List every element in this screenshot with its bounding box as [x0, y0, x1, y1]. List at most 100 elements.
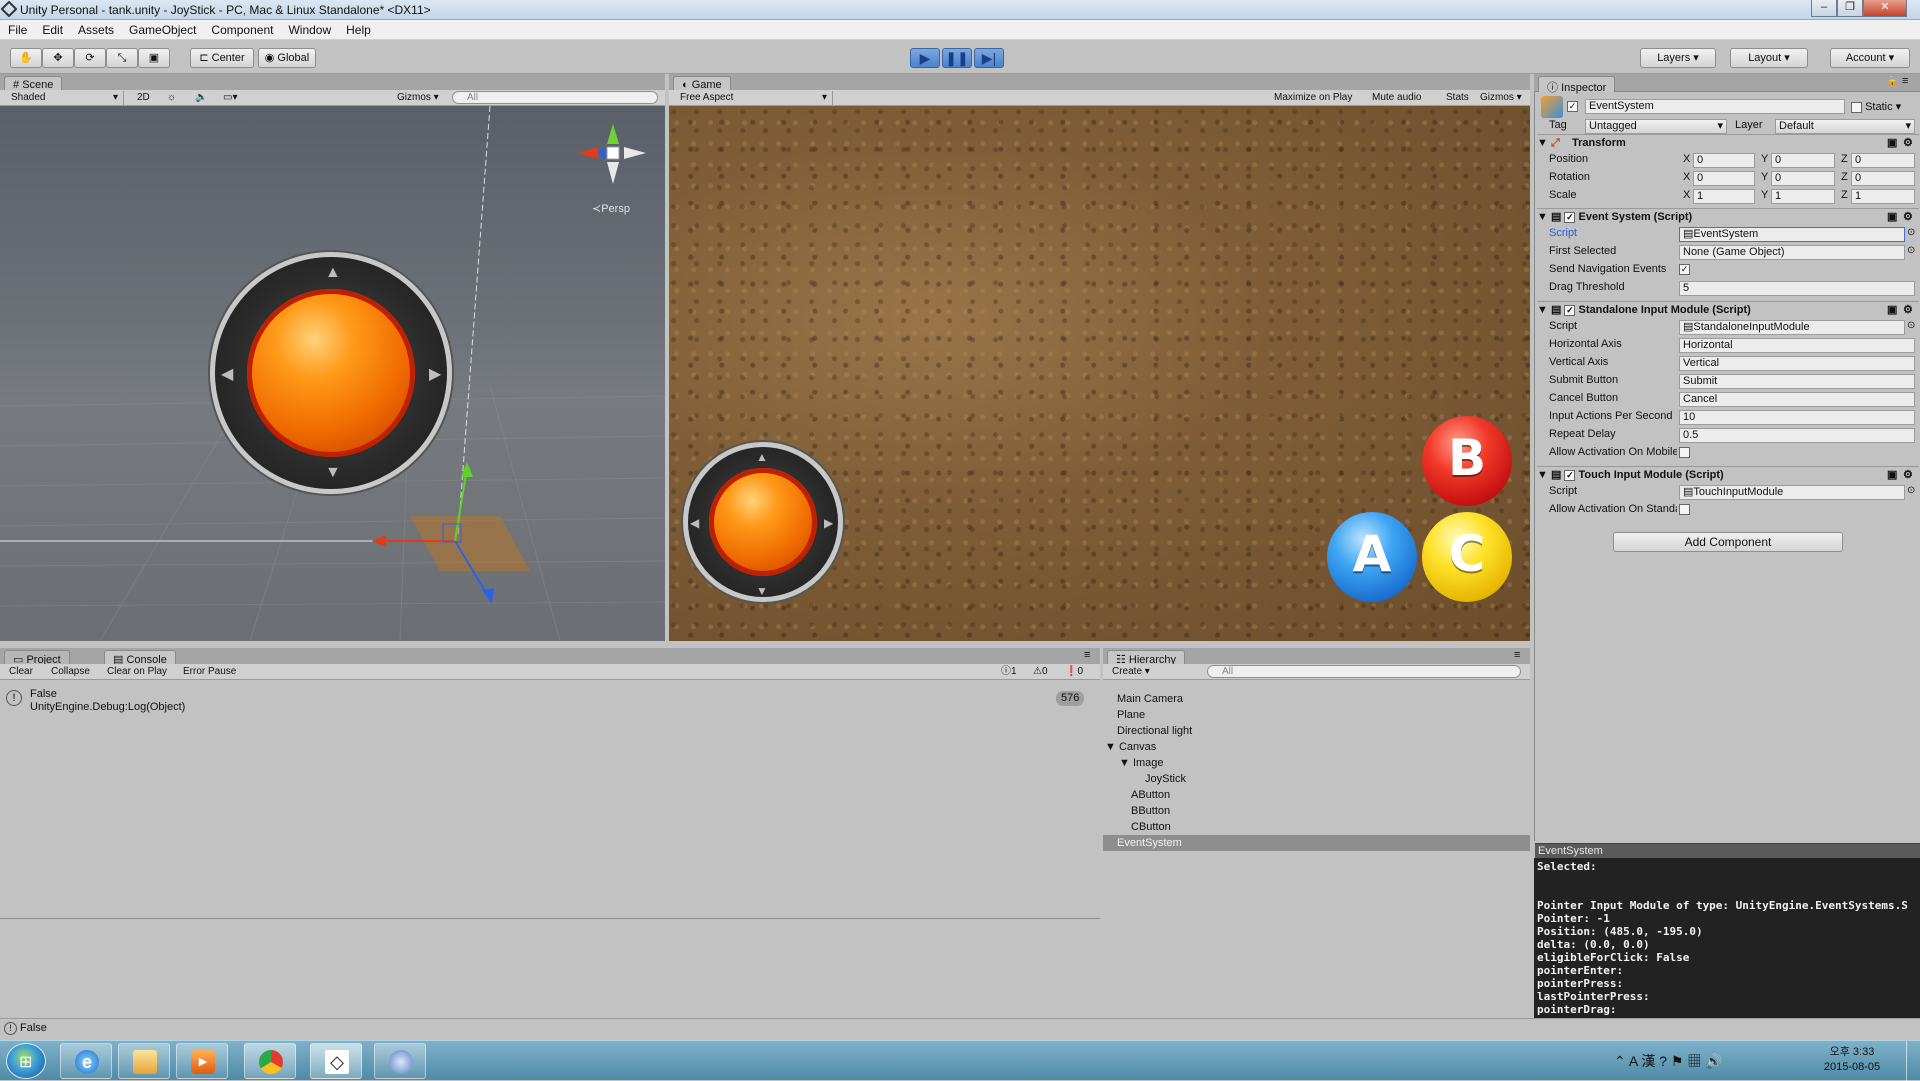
menu-edit[interactable]: Edit: [34, 20, 70, 37]
menu-assets[interactable]: Assets: [70, 20, 121, 37]
taskbar-clock[interactable]: 오후 3:33 2015-08-05: [1822, 1045, 1882, 1075]
2d-toggle[interactable]: 2D: [132, 91, 155, 105]
mute-audio-toggle[interactable]: Mute audio: [1367, 91, 1426, 105]
network-icon[interactable]: ▦: [1687, 1053, 1701, 1069]
maximize-on-play-toggle[interactable]: Maximize on Play: [1269, 91, 1357, 105]
gear-icon[interactable]: ⚙: [1903, 467, 1913, 483]
info-count-toggle[interactable]: ⓘ1: [996, 665, 1022, 679]
rotation-y-field[interactable]: 0: [1771, 171, 1835, 186]
object-picker-icon[interactable]: ⊙: [1907, 245, 1915, 256]
error-count-toggle[interactable]: ❗0: [1060, 665, 1088, 679]
gear-icon[interactable]: ⚙: [1903, 302, 1913, 318]
hierarchy-item[interactable]: ▼ Canvas: [1105, 740, 1156, 754]
send-navigation-checkbox[interactable]: ✓: [1679, 263, 1690, 275]
help-icon[interactable]: ▣: [1887, 135, 1897, 151]
hierarchy-item[interactable]: Main Camera: [1117, 692, 1183, 706]
step-button[interactable]: ▶|: [974, 48, 1004, 68]
maximize-button[interactable]: ❐: [1837, 0, 1863, 17]
close-button[interactable]: ✕: [1863, 0, 1907, 17]
scale-tool-button[interactable]: ⤡: [106, 48, 138, 68]
object-picker-icon[interactable]: ⊙: [1907, 320, 1915, 331]
move-tool-button[interactable]: ✥: [42, 48, 74, 68]
tray-arrow-icon[interactable]: ⌃: [1614, 1053, 1626, 1069]
rect-tool-button[interactable]: ▣: [138, 48, 170, 68]
position-x-field[interactable]: 0: [1693, 153, 1755, 168]
show-desktop-button[interactable]: [1906, 1041, 1920, 1081]
preview-header[interactable]: EventSystem: [1535, 843, 1920, 858]
rotation-x-field[interactable]: 0: [1693, 171, 1755, 186]
console-divider[interactable]: [0, 918, 1100, 919]
volume-icon[interactable]: 🔊: [1705, 1053, 1722, 1069]
horizontal-axis-field[interactable]: Horizontal: [1679, 338, 1915, 353]
game-gizmos-dropdown[interactable]: Gizmos ▾: [1475, 91, 1527, 105]
taskbar-explorer[interactable]: [118, 1043, 170, 1079]
input-actions-field[interactable]: 10: [1679, 410, 1915, 425]
game-joystick-knob[interactable]: [709, 468, 817, 576]
touch-input-header[interactable]: ▼ ▤ ✓ Touch Input Module (Script) ▣ ⚙: [1537, 466, 1919, 483]
object-picker-icon[interactable]: ⊙: [1907, 227, 1915, 238]
object-name-field[interactable]: EventSystem: [1585, 99, 1845, 114]
touch-script-field[interactable]: ▤TouchInputModule: [1679, 485, 1905, 500]
layout-dropdown[interactable]: Layout ▾: [1730, 48, 1808, 68]
lock-icon[interactable]: 🔒: [1886, 76, 1898, 87]
audio-toggle-icon[interactable]: 🔈: [190, 91, 212, 105]
menu-gameobject[interactable]: GameObject: [121, 20, 203, 37]
gear-icon[interactable]: ⚙: [1903, 209, 1913, 225]
active-checkbox[interactable]: ✓: [1567, 100, 1578, 112]
menu-window[interactable]: Window: [280, 20, 338, 37]
scene-viewport[interactable]: ▲ ▼ ◀ ▶ ≺Persp: [0, 106, 665, 641]
minimize-button[interactable]: ‒: [1811, 0, 1837, 17]
submit-button-field[interactable]: Submit: [1679, 374, 1915, 389]
create-dropdown[interactable]: Create ▾: [1107, 665, 1155, 679]
pivot-global-button[interactable]: ◉ Global: [258, 48, 316, 68]
event-system-header[interactable]: ▼ ▤ ✓ Event System (Script) ▣ ⚙: [1537, 208, 1919, 225]
menu-help[interactable]: Help: [338, 20, 378, 37]
menu-component[interactable]: Component: [203, 20, 280, 37]
first-selected-field[interactable]: None (Game Object): [1679, 245, 1905, 260]
account-dropdown[interactable]: Account ▾: [1830, 48, 1910, 68]
lighting-toggle-icon[interactable]: ☼: [162, 91, 181, 105]
expand-arrow-icon[interactable]: ▼: [1119, 757, 1133, 769]
c-button[interactable]: C: [1422, 512, 1512, 602]
event-system-script-field[interactable]: ▤EventSystem: [1679, 227, 1905, 242]
taskbar-chrome[interactable]: [244, 1043, 296, 1079]
allow-standalone-checkbox[interactable]: [1679, 503, 1690, 515]
hierarchy-item[interactable]: ▼ Image: [1119, 756, 1164, 770]
persp-label[interactable]: ≺Persp: [592, 202, 630, 215]
hierarchy-item[interactable]: CButton: [1131, 820, 1171, 834]
allow-mobile-checkbox[interactable]: [1679, 446, 1690, 458]
rotation-z-field[interactable]: 0: [1851, 171, 1915, 186]
a-button[interactable]: A: [1327, 512, 1417, 602]
object-picker-icon[interactable]: ⊙: [1907, 485, 1915, 496]
vertical-axis-field[interactable]: Vertical: [1679, 356, 1915, 371]
scale-z-field[interactable]: 1: [1851, 189, 1915, 204]
collapse-button[interactable]: Collapse: [46, 665, 95, 679]
hierarchy-item[interactable]: Directional light: [1117, 724, 1192, 738]
effects-dropdown-icon[interactable]: ▭▾: [218, 91, 242, 105]
scale-y-field[interactable]: 1: [1771, 189, 1835, 204]
panel-menu-icon[interactable]: ≡: [1902, 75, 1908, 87]
clear-on-play-button[interactable]: Clear on Play: [102, 665, 172, 679]
pivot-center-button[interactable]: ⊏ Center: [190, 48, 254, 68]
game-viewport[interactable]: ▲ ▼ ◀ ▶ B A C: [669, 106, 1530, 641]
repeat-delay-field[interactable]: 0.5: [1679, 428, 1915, 443]
flag-icon[interactable]: ⚑: [1671, 1053, 1684, 1069]
shading-dropdown[interactable]: Shaded ▾: [6, 91, 124, 105]
panel-menu-icon[interactable]: ≡: [1514, 649, 1520, 661]
tab-inspector[interactable]: ⓘ Inspector: [1538, 76, 1616, 94]
layer-dropdown[interactable]: Default ▾: [1775, 119, 1915, 134]
tag-dropdown[interactable]: Untagged ▾: [1585, 119, 1727, 134]
hierarchy-item[interactable]: BButton: [1131, 804, 1170, 818]
standalone-script-field[interactable]: ▤StandaloneInputModule: [1679, 320, 1905, 335]
scene-gizmos-dropdown[interactable]: Gizmos ▾: [392, 91, 444, 105]
rotate-tool-button[interactable]: ⟳: [74, 48, 106, 68]
warning-count-toggle[interactable]: ⚠0: [1028, 665, 1053, 679]
clear-button[interactable]: Clear: [4, 665, 38, 679]
b-button[interactable]: B: [1422, 416, 1512, 506]
position-z-field[interactable]: 0: [1851, 153, 1915, 168]
orientation-gizmo[interactable]: [576, 116, 650, 202]
static-toggle[interactable]: Static ▾: [1851, 100, 1901, 113]
hierarchy-item[interactable]: Plane: [1117, 708, 1145, 722]
panel-menu-icon[interactable]: ≡: [1084, 649, 1090, 661]
start-button[interactable]: ⊞: [6, 1043, 46, 1079]
